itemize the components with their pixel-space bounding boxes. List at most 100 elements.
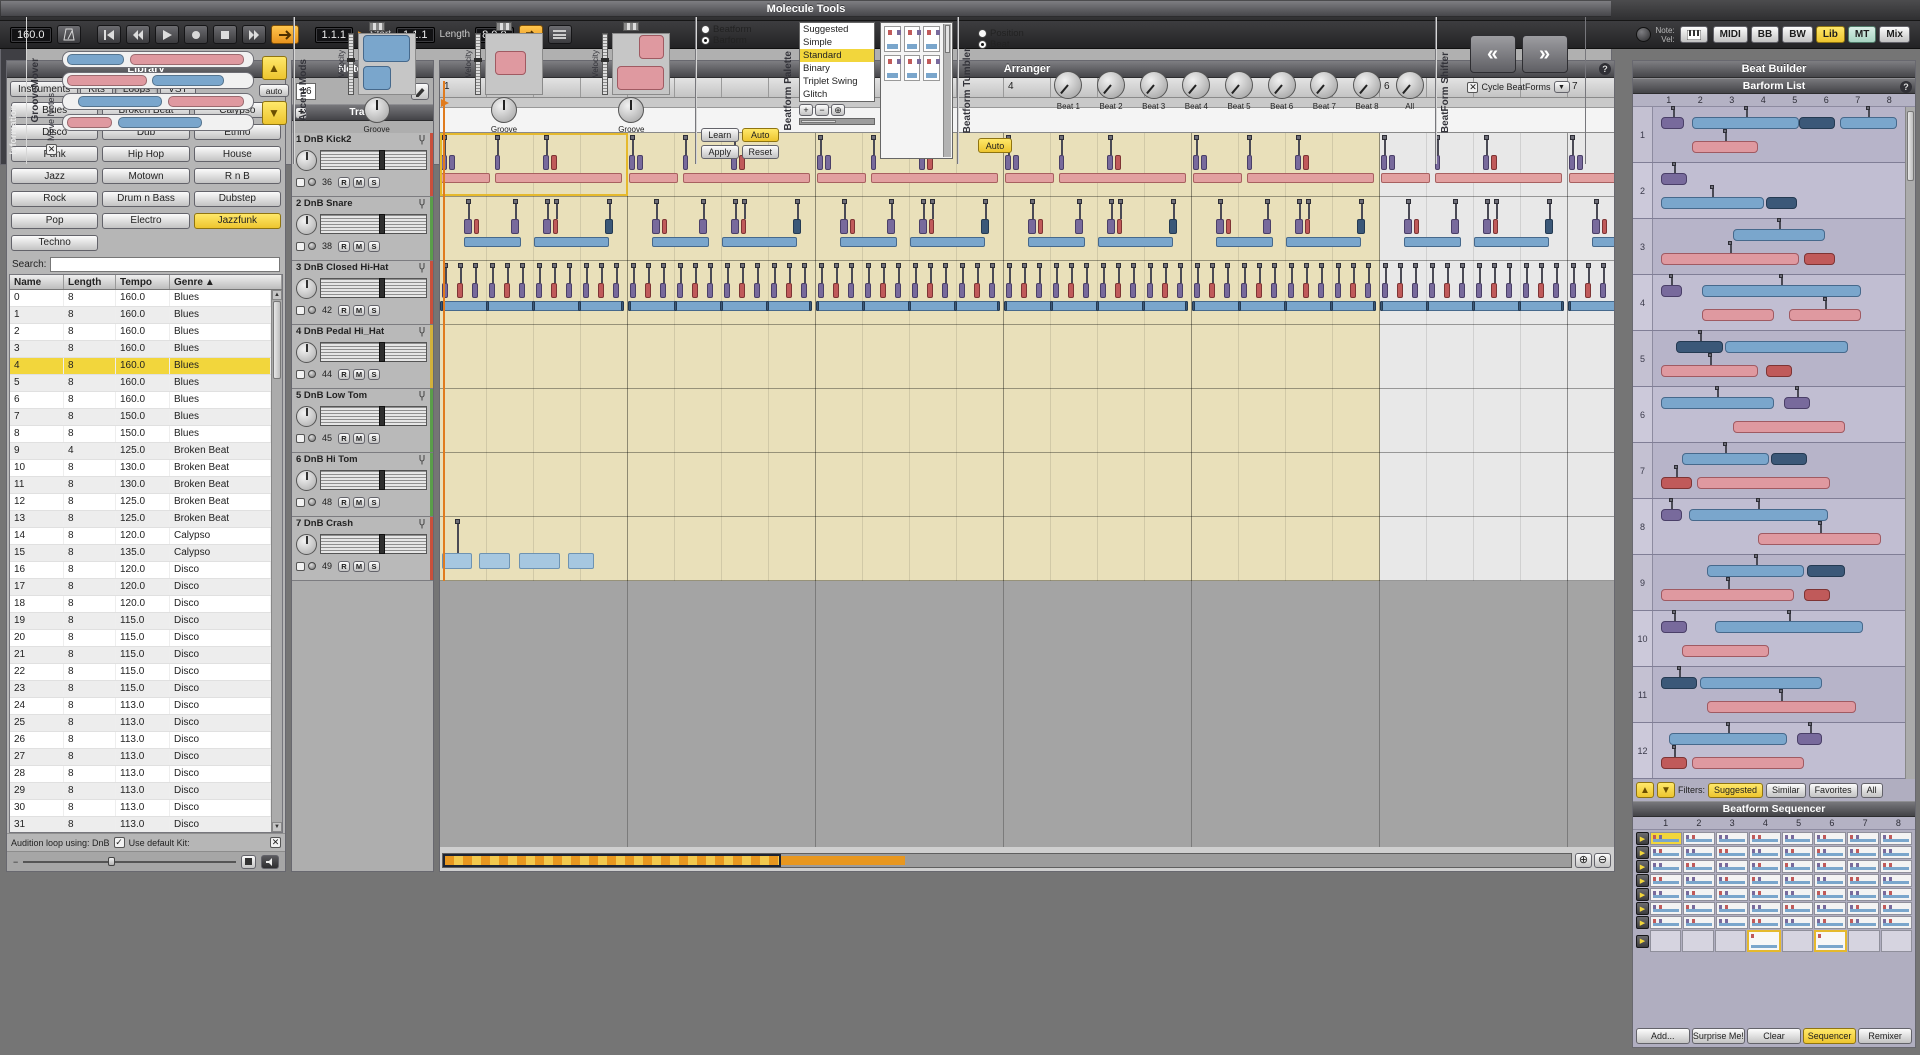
barform-row[interactable]: 8	[1633, 499, 1915, 555]
note-block[interactable]	[1036, 283, 1042, 298]
note-block[interactable]	[1585, 283, 1591, 298]
palette-preview-cell[interactable]	[904, 55, 921, 81]
sequencer-cell[interactable]	[1650, 860, 1682, 873]
note-block[interactable]	[1335, 283, 1341, 298]
note-block[interactable]	[674, 301, 677, 311]
sequencer-cell[interactable]	[1716, 916, 1748, 929]
kit-close-checkbox[interactable]: ✕	[270, 837, 281, 848]
sequencer-cell[interactable]	[1782, 846, 1814, 859]
table-row[interactable]: 58160.0Blues	[10, 375, 271, 392]
column-header-length[interactable]: Length	[64, 275, 116, 289]
note-block[interactable]	[981, 219, 989, 234]
note-block[interactable]	[929, 219, 935, 234]
track-led[interactable]	[308, 434, 316, 442]
r-button[interactable]: R	[338, 369, 350, 380]
surprise-me--button[interactable]: Surprise Me!	[1692, 1028, 1746, 1044]
genre-electro[interactable]: Electro	[102, 213, 189, 229]
note-block[interactable]	[1568, 301, 1615, 311]
scroll-down-icon[interactable]: ▼	[272, 822, 282, 832]
s-button[interactable]: S	[368, 305, 380, 316]
note-block[interactable]	[1295, 219, 1303, 234]
table-row[interactable]: 318113.0Disco	[10, 817, 271, 832]
note-block[interactable]	[1412, 283, 1418, 298]
note-block[interactable]	[683, 173, 811, 183]
note-block[interactable]	[1006, 283, 1012, 298]
note-block[interactable]	[1247, 173, 1375, 183]
tuning-icon[interactable]	[417, 390, 427, 401]
library-scrollbar[interactable]: ▲ ▼	[271, 290, 282, 832]
sequencer-row-play-icon[interactable]: ▶	[1636, 832, 1649, 845]
note-block[interactable]	[720, 301, 723, 311]
table-row[interactable]: 138125.0Broken Beat	[10, 511, 271, 528]
note-block[interactable]	[1561, 301, 1564, 311]
palette-item-simple[interactable]: Simple	[800, 36, 874, 49]
note-block[interactable]	[818, 283, 824, 298]
track-slider[interactable]	[320, 406, 427, 426]
track-checkbox[interactable]	[296, 562, 305, 571]
sequencer-cell[interactable]	[1880, 916, 1912, 929]
note-block[interactable]	[1169, 219, 1177, 234]
sequencer-row-play-icon[interactable]: ▶	[1636, 902, 1649, 915]
knob-beat-2[interactable]	[1097, 71, 1125, 99]
note-block[interactable]	[1380, 301, 1383, 311]
note-block[interactable]	[1414, 219, 1420, 234]
sequencer-cell[interactable]	[1683, 874, 1715, 887]
sequencer-cell[interactable]	[1814, 902, 1846, 915]
table-row[interactable]: 288113.0Disco	[10, 766, 271, 783]
barform-row[interactable]: 11	[1633, 667, 1915, 723]
note-block[interactable]	[1350, 283, 1356, 298]
note-block[interactable]	[817, 173, 866, 183]
note-block[interactable]	[442, 553, 472, 569]
sequencer-cell[interactable]	[1814, 832, 1846, 845]
timing-knob[interactable]	[296, 214, 317, 235]
column-header-tempo[interactable]: Tempo	[116, 275, 170, 289]
arranger-track-row[interactable]	[440, 197, 1614, 261]
table-row[interactable]: 128125.0Broken Beat	[10, 494, 271, 511]
note-block[interactable]	[954, 301, 957, 311]
m-button[interactable]: M	[353, 433, 365, 444]
sequencer-cell[interactable]	[1749, 902, 1781, 915]
sequencer-cell[interactable]	[1847, 832, 1879, 845]
genre-jazz[interactable]: Jazz	[11, 168, 98, 184]
note-block[interactable]	[1284, 301, 1287, 311]
note-block[interactable]	[553, 219, 559, 234]
r-button[interactable]: R	[338, 497, 350, 508]
sequencer-row-play-icon[interactable]: ▶	[1636, 874, 1649, 887]
track-header-7-dnb-crash[interactable]: 7 DnB Crash49RMS	[292, 517, 433, 581]
palette-preview-cell[interactable]	[904, 26, 921, 52]
table-row[interactable]: 18160.0Blues	[10, 307, 271, 324]
note-block[interactable]	[1038, 219, 1044, 234]
note-block[interactable]	[1263, 219, 1271, 234]
sequencer-cell[interactable]	[1782, 832, 1814, 845]
s-button[interactable]: S	[368, 497, 380, 508]
barform-row[interactable]: 1	[1633, 107, 1915, 163]
speaker-button[interactable]	[261, 855, 279, 869]
note-block[interactable]	[1592, 237, 1615, 247]
radio-position[interactable]: Position	[978, 28, 1042, 39]
arranger-track-row[interactable]	[440, 517, 1614, 581]
sequencer-cell[interactable]	[1650, 832, 1682, 845]
timing-knob[interactable]	[296, 534, 317, 555]
table-row[interactable]: 28160.0Blues	[10, 324, 271, 341]
sequencer-cell[interactable]	[1749, 874, 1781, 887]
sequencer-cell[interactable]	[1847, 846, 1879, 859]
learn-button[interactable]: Learn	[701, 128, 739, 142]
note-block[interactable]	[621, 301, 624, 311]
note-block[interactable]	[1451, 219, 1459, 234]
note-block[interactable]	[1226, 219, 1232, 234]
note-block[interactable]	[1004, 301, 1007, 311]
column-header-genre[interactable]: Genre▲	[170, 275, 282, 289]
knob-beat-8[interactable]	[1353, 71, 1381, 99]
m-button[interactable]: M	[353, 497, 365, 508]
note-block[interactable]	[1107, 219, 1115, 234]
note-block[interactable]	[793, 219, 801, 234]
track-led[interactable]	[308, 178, 316, 186]
r-button[interactable]: R	[338, 241, 350, 252]
table-row[interactable]: 268113.0Disco	[10, 732, 271, 749]
note-block[interactable]	[1545, 219, 1553, 234]
sequencer-cell[interactable]	[1814, 916, 1846, 929]
palette-remove-button[interactable]: −	[815, 104, 829, 116]
note-block[interactable]	[1444, 283, 1450, 298]
sequencer-cell[interactable]	[1650, 874, 1682, 887]
arranger-track-row[interactable]	[440, 453, 1614, 517]
